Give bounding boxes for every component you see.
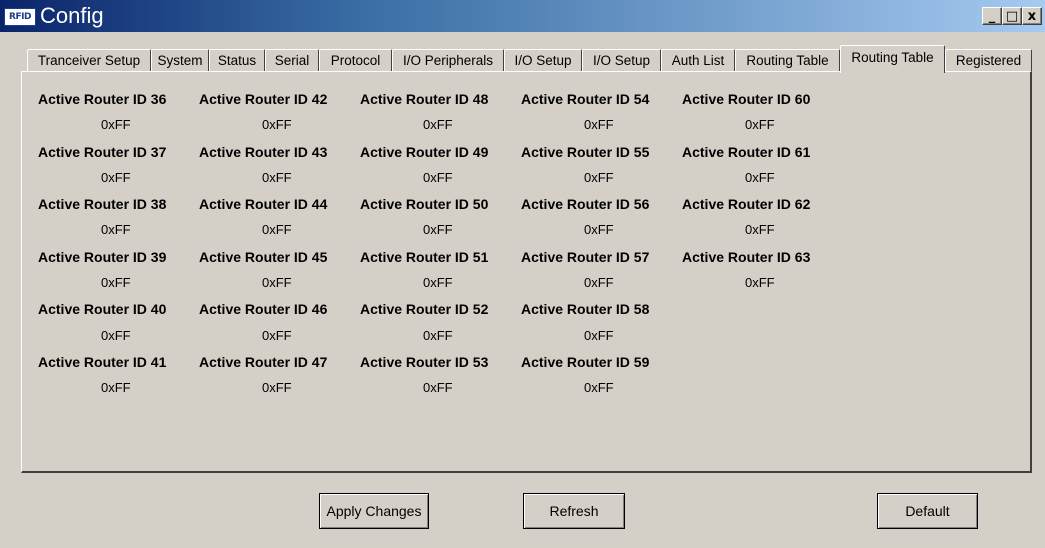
router-40-label: Active Router ID 40: [38, 301, 167, 318]
tab-auth-list[interactable]: Auth List: [661, 49, 735, 71]
router-42-label: Active Router ID 42: [199, 91, 328, 107]
router-58-label: Active Router ID 58: [521, 301, 650, 318]
router-43-value: 0xFF: [262, 169, 292, 185]
router-57-value: 0xFF: [584, 275, 614, 291]
router-55-label: Active Router ID 55: [521, 143, 650, 160]
tab-routing-table-2[interactable]: Routing Table: [840, 45, 945, 73]
tab-system[interactable]: System: [151, 49, 209, 71]
router-38-label: Active Router ID 38: [38, 196, 167, 213]
router-52-label: Active Router ID 52: [360, 301, 489, 318]
router-36-value: 0xFF: [101, 117, 131, 133]
tab-routing-table-1[interactable]: Routing Table: [735, 49, 840, 71]
router-60-label: Active Router ID 60: [682, 91, 811, 107]
maximize-button[interactable]: □: [1002, 7, 1022, 25]
refresh-button[interactable]: Refresh: [523, 493, 625, 529]
router-63-value: 0xFF: [745, 275, 775, 291]
router-62-label: Active Router ID 62: [682, 196, 811, 213]
router-60-value: 0xFF: [745, 117, 775, 133]
router-48-value: 0xFF: [423, 117, 453, 133]
minimize-button[interactable]: _: [982, 7, 1002, 25]
router-44-value: 0xFF: [262, 222, 292, 238]
routing-table-panel: Active Router ID 36 Active Router ID 42 …: [21, 71, 1032, 473]
router-46-value: 0xFF: [262, 327, 292, 343]
router-40-value: 0xFF: [101, 327, 131, 343]
router-59-value: 0xFF: [584, 380, 614, 396]
router-41-label: Active Router ID 41: [38, 353, 167, 370]
router-39-label: Active Router ID 39: [38, 248, 167, 265]
router-56-label: Active Router ID 56: [521, 196, 650, 213]
grid-spacer: [682, 298, 843, 324]
default-button[interactable]: Default: [877, 493, 978, 529]
tab-protocol[interactable]: Protocol: [319, 49, 392, 71]
grid-spacer: [682, 377, 843, 403]
router-49-value: 0xFF: [423, 169, 453, 185]
router-43-label: Active Router ID 43: [199, 143, 328, 160]
app-icon: RFID: [4, 8, 36, 26]
router-53-label: Active Router ID 53: [360, 353, 489, 370]
router-58-value: 0xFF: [584, 327, 614, 343]
router-61-label: Active Router ID 61: [682, 143, 811, 160]
router-50-value: 0xFF: [423, 222, 453, 238]
router-49-label: Active Router ID 49: [360, 143, 489, 160]
router-38-value: 0xFF: [101, 222, 131, 238]
close-button[interactable]: x: [1022, 7, 1042, 25]
router-39-value: 0xFF: [101, 275, 131, 291]
grid-spacer: [682, 325, 843, 351]
tab-status[interactable]: Status: [209, 49, 265, 71]
grid-spacer: [682, 351, 843, 377]
router-45-value: 0xFF: [262, 275, 292, 291]
tab-registered[interactable]: Registered: [945, 49, 1032, 71]
tab-io-setup-2[interactable]: I/O Setup: [582, 49, 661, 71]
tab-io-setup-1[interactable]: I/O Setup: [504, 49, 582, 71]
router-54-value: 0xFF: [584, 117, 614, 133]
apply-changes-button[interactable]: Apply Changes: [319, 493, 429, 529]
router-36-label: Active Router ID 36: [38, 91, 167, 107]
router-44-label: Active Router ID 44: [199, 196, 328, 213]
router-51-label: Active Router ID 51: [360, 248, 489, 265]
router-41-value: 0xFF: [101, 380, 131, 396]
tab-io-peripherals[interactable]: I/O Peripherals: [392, 49, 504, 71]
router-48-label: Active Router ID 48: [360, 91, 489, 107]
window-title: Config: [40, 3, 104, 28]
router-45-label: Active Router ID 45: [199, 248, 328, 265]
router-46-label: Active Router ID 46: [199, 301, 328, 318]
router-grid: Active Router ID 36 Active Router ID 42 …: [38, 88, 843, 404]
router-55-value: 0xFF: [584, 169, 614, 185]
router-54-label: Active Router ID 54: [521, 91, 650, 107]
tab-serial[interactable]: Serial: [265, 49, 319, 71]
router-53-value: 0xFF: [423, 380, 453, 396]
router-51-value: 0xFF: [423, 275, 453, 291]
router-37-label: Active Router ID 37: [38, 143, 167, 160]
router-50-label: Active Router ID 50: [360, 196, 489, 213]
title-bar[interactable]: RFID Config _ □ x: [0, 0, 1045, 32]
router-57-label: Active Router ID 57: [521, 248, 650, 265]
router-47-value: 0xFF: [262, 380, 292, 396]
tab-tranceiver-setup[interactable]: Tranceiver Setup: [27, 49, 151, 71]
router-52-value: 0xFF: [423, 327, 453, 343]
router-42-value: 0xFF: [262, 117, 292, 133]
router-62-value: 0xFF: [745, 222, 775, 238]
router-59-label: Active Router ID 59: [521, 353, 650, 370]
router-56-value: 0xFF: [584, 222, 614, 238]
router-63-label: Active Router ID 63: [682, 248, 811, 265]
router-47-label: Active Router ID 47: [199, 353, 328, 370]
router-61-value: 0xFF: [745, 169, 775, 185]
router-37-value: 0xFF: [101, 169, 131, 185]
